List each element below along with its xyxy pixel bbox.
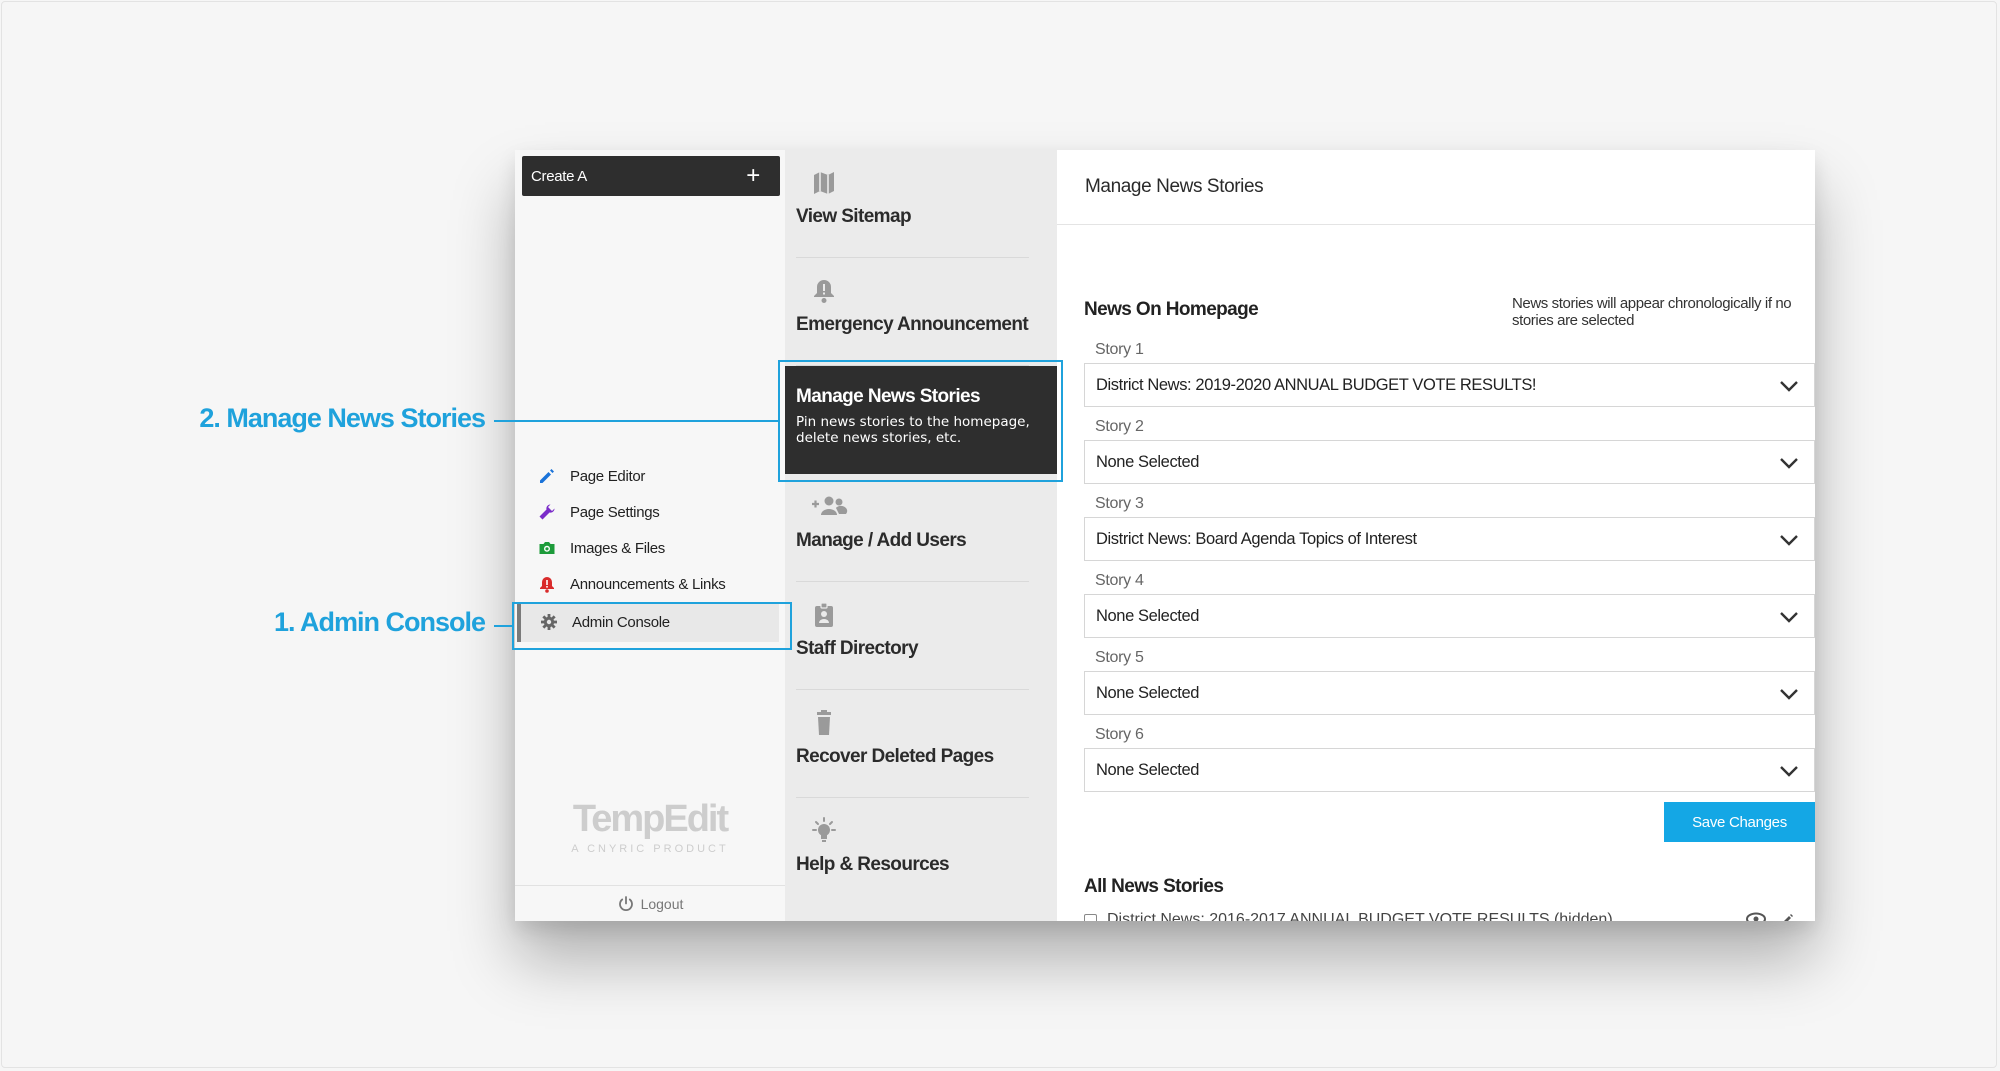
logout-label: Logout [640,896,684,912]
admin-item-label: Recover Deleted Pages [796,746,994,767]
chevron-down-icon [1780,381,1798,392]
save-changes-button[interactable]: Save Changes [1664,802,1815,842]
brand-subtitle: A CNYRIC PRODUCT [571,843,729,855]
story-select-value: None Selected [1096,606,1200,625]
admin-item-staff-directory[interactable]: Staff Directory [785,582,1057,690]
brand-logo: TempEdit A CNYRIC PRODUCT [515,798,785,855]
story-label: Story 3 [1095,495,1144,512]
story-3-select[interactable]: District News: Board Agenda Topics of In… [1084,517,1815,561]
pencil-icon [537,466,557,486]
menu-item-page-editor[interactable]: Page Editor [515,458,785,494]
panel-title: Manage News Stories [1057,150,1815,225]
left-panel: Create A + Page Editor Page Settings Ima… [515,150,785,921]
menu-item-label: Announcements & Links [570,575,726,593]
menu-item-page-settings[interactable]: Page Settings [515,494,785,530]
map-icon [809,168,839,198]
bell-icon [537,574,557,594]
row-actions [1745,912,1795,921]
admin-item-label: Manage / Add Users [796,530,967,551]
users-icon [809,492,849,522]
app-window: Create A + Page Editor Page Settings Ima… [515,150,1815,921]
admin-item-view-sitemap[interactable]: View Sitemap [785,150,1057,258]
create-button[interactable]: Create A + [522,156,780,196]
story-label: Story 5 [1095,649,1144,666]
story-5-select[interactable]: None Selected [1084,671,1815,715]
chevron-down-icon [1780,766,1798,777]
menu-item-images-files[interactable]: Images & Files [515,530,785,566]
logout-button[interactable]: Logout [515,885,785,921]
chevron-down-icon [1780,612,1798,623]
story-select-value: None Selected [1096,452,1200,471]
plus-icon: + [746,162,760,189]
pencil-icon[interactable] [1779,912,1795,921]
story-select-value: None Selected [1096,760,1200,779]
bell-icon [809,276,839,306]
admin-item-label: Emergency Announcement [796,314,1029,335]
chevron-down-icon [1780,458,1798,469]
story-label: Story 2 [1095,418,1144,435]
camera-icon [537,538,557,558]
section-title: News On Homepage [1084,299,1259,320]
story-label: Story 6 [1095,726,1144,743]
row-checkbox[interactable] [1084,913,1097,921]
admin-item-recover-deleted-pages[interactable]: Recover Deleted Pages [785,690,1057,798]
story-select-value: None Selected [1096,683,1200,702]
admin-item-label: Help & Resources [796,854,950,875]
chevron-down-icon [1780,689,1798,700]
admin-console-highlight [512,602,792,650]
manage-news-highlight [778,360,1063,482]
story-select-value: District News: Board Agenda Topics of In… [1096,529,1417,548]
admin-item-label: Staff Directory [796,638,919,659]
create-button-label: Create A [531,167,587,185]
admin-item-manage-add-users[interactable]: Manage / Add Users [785,474,1057,582]
menu-item-label: Images & Files [570,539,665,557]
callout-step-2: 2. Manage News Stories [199,403,486,433]
lightbulb-icon [809,816,839,846]
brand-name: TempEdit [572,798,729,840]
callout-connector [494,420,778,422]
news-list-row: District News: 2016-2017 ANNUAL BUDGET V… [1084,910,1815,921]
story-2-select[interactable]: None Selected [1084,440,1815,484]
admin-menu-panel: View Sitemap Emergency Announcement Mana… [785,150,1057,921]
menu-item-label: Page Settings [570,503,660,521]
eye-icon[interactable] [1745,912,1767,921]
story-label: Story 4 [1095,572,1144,589]
admin-item-emergency-announcement[interactable]: Emergency Announcement [785,258,1057,366]
news-row-title: District News: 2016-2017 ANNUAL BUDGET V… [1107,911,1613,921]
chevron-down-icon [1780,535,1798,546]
story-6-select[interactable]: None Selected [1084,748,1815,792]
story-1-select[interactable]: District News: 2019-2020 ANNUAL BUDGET V… [1084,363,1815,407]
story-label: Story 1 [1095,341,1144,358]
section-note: News stories will appear chronologically… [1512,295,1792,329]
menu-item-label: Page Editor [570,467,646,485]
admin-item-help-resources[interactable]: Help & Resources [785,798,1057,906]
story-4-select[interactable]: None Selected [1084,594,1815,638]
all-news-title: All News Stories [1084,876,1224,897]
news-stories-panel: Manage News Stories News On Homepage New… [1057,150,1815,921]
callout-connector [494,625,512,627]
admin-item-label: View Sitemap [796,206,912,227]
story-select-value: District News: 2019-2020 ANNUAL BUDGET V… [1096,375,1537,394]
id-badge-icon [809,600,839,630]
callout-step-1: 1. Admin Console [273,607,486,637]
power-icon [617,895,635,913]
trash-icon [809,708,839,738]
menu-item-announcements-links[interactable]: Announcements & Links [515,566,785,602]
wrench-icon [537,502,557,522]
